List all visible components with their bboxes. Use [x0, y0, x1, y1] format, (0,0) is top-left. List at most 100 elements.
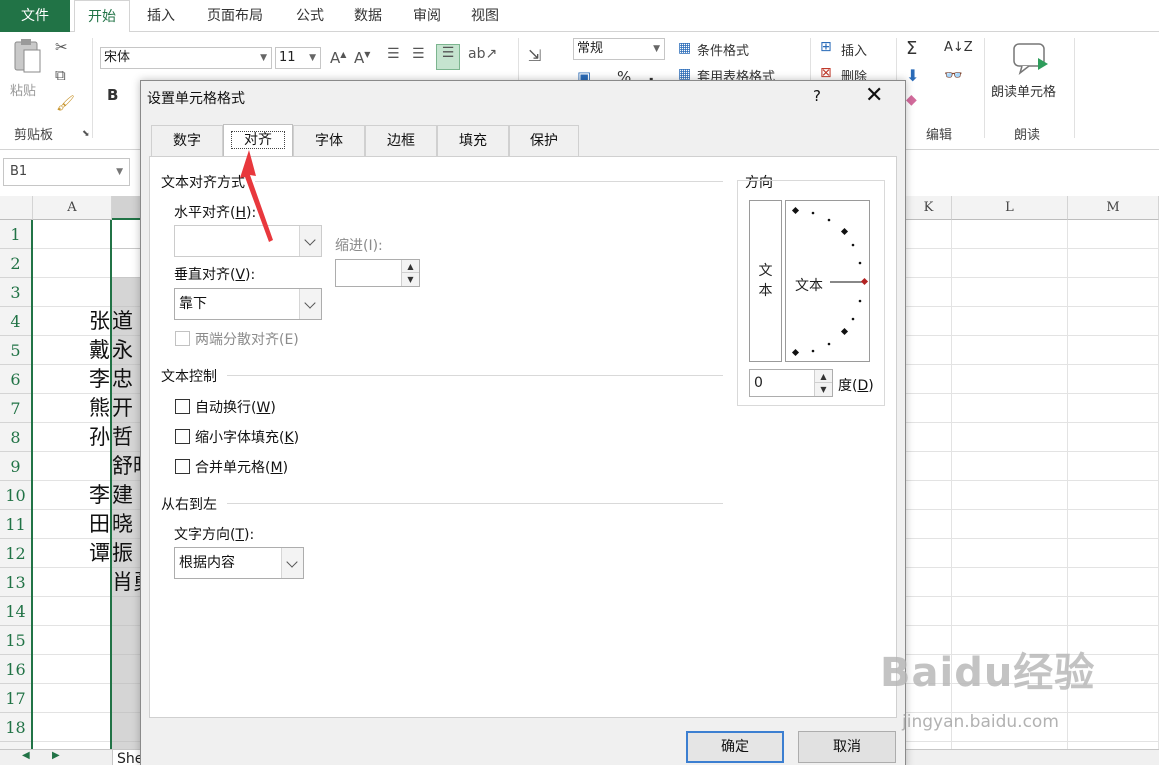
tab-border[interactable]: 边框 — [365, 125, 437, 156]
help-button[interactable]: ? — [813, 87, 821, 105]
row-header[interactable]: 15 — [0, 626, 32, 655]
conditional-format-icon[interactable]: ▦ — [678, 40, 691, 56]
degrees-spinner[interactable]: 0 ▲ ▼ — [749, 369, 833, 397]
read-cell-button[interactable]: 朗读单元格 — [991, 81, 1056, 100]
paste-label[interactable]: 粘贴 — [10, 80, 36, 99]
row-header[interactable]: 4 — [0, 307, 32, 336]
row-header[interactable]: 17 — [0, 684, 32, 713]
row-header[interactable]: 1 — [0, 220, 32, 249]
tab-home[interactable]: 开始 — [74, 0, 130, 33]
cell-a[interactable] — [33, 220, 111, 249]
cell-b[interactable]: 振 — [112, 539, 142, 568]
name-box[interactable]: B1 ▼ — [3, 158, 130, 186]
cell-b[interactable]: 晓 — [112, 510, 142, 539]
tab-page-layout[interactable]: 页面布局 — [193, 0, 277, 32]
font-name-box[interactable]: 宋体 ▼ — [100, 47, 272, 69]
cell-b[interactable]: 开 — [112, 394, 142, 423]
cell[interactable] — [1068, 307, 1159, 336]
cell[interactable] — [1068, 365, 1159, 394]
cell-b[interactable] — [112, 220, 142, 249]
cell-b[interactable] — [112, 713, 142, 742]
cell[interactable] — [906, 278, 952, 307]
dialog-launcher-icon[interactable]: ⬊ — [82, 129, 90, 139]
cell-a[interactable] — [33, 452, 111, 481]
orientation-dial[interactable]: 文本 — [785, 200, 870, 362]
cell-a[interactable]: 张 — [33, 307, 111, 336]
cell[interactable] — [952, 481, 1068, 510]
cell[interactable] — [952, 597, 1068, 626]
row-header[interactable]: 14 — [0, 597, 32, 626]
cell-b[interactable]: 建 — [112, 481, 142, 510]
cell[interactable] — [906, 597, 952, 626]
scroll-left-icon[interactable]: ◀ — [22, 750, 30, 761]
insert-cells-icon[interactable]: ⊞ — [820, 39, 832, 55]
cell[interactable] — [952, 249, 1068, 278]
tab-file[interactable]: 文件 — [0, 0, 70, 32]
cell-a[interactable] — [33, 626, 111, 655]
close-icon[interactable]: ✕ — [865, 83, 883, 108]
vertical-align-select[interactable]: 靠下 — [174, 288, 322, 320]
spin-down-icon[interactable]: ▼ — [401, 273, 419, 286]
cell-b[interactable] — [112, 684, 142, 713]
shrink-to-fit-checkbox[interactable] — [175, 429, 190, 444]
row-header[interactable]: 18 — [0, 713, 32, 742]
tab-number[interactable]: 数字 — [151, 125, 223, 156]
tab-fill[interactable]: 填充 — [437, 125, 509, 156]
cell-a[interactable]: 孙 — [33, 423, 111, 452]
cell[interactable] — [906, 423, 952, 452]
cell-a[interactable]: 熊 — [33, 394, 111, 423]
cell[interactable] — [906, 510, 952, 539]
cell[interactable] — [906, 307, 952, 336]
cell-a[interactable] — [33, 249, 111, 278]
cell[interactable] — [952, 539, 1068, 568]
row-header[interactable]: 5 — [0, 336, 32, 365]
grow-font-icon[interactable]: A▲ — [330, 49, 346, 67]
cell-b[interactable] — [112, 249, 142, 278]
cell[interactable] — [906, 336, 952, 365]
cell[interactable] — [1068, 278, 1159, 307]
text-direction-select[interactable]: 根据内容 — [174, 547, 304, 579]
cell-b[interactable] — [112, 655, 142, 684]
insert-cells-button[interactable]: 插入 — [841, 40, 867, 59]
cell[interactable] — [952, 423, 1068, 452]
row-header[interactable]: 9 — [0, 452, 32, 481]
select-all-corner[interactable] — [0, 196, 33, 220]
wrap-text-icon[interactable]: ⇲ — [528, 46, 541, 65]
tab-insert[interactable]: 插入 — [135, 0, 187, 32]
cell[interactable] — [1068, 568, 1159, 597]
cell-b[interactable] — [112, 278, 142, 307]
fill-icon[interactable]: ⬇ — [906, 66, 919, 85]
cell-b[interactable]: 忠 — [112, 365, 142, 394]
cell[interactable] — [952, 336, 1068, 365]
tab-formulas[interactable]: 公式 — [284, 0, 336, 32]
cell-a[interactable] — [33, 684, 111, 713]
row-header[interactable]: 2 — [0, 249, 32, 278]
copy-icon[interactable]: ⧉ — [55, 66, 66, 84]
wrap-text-checkbox[interactable] — [175, 399, 190, 414]
column-header-a[interactable]: A — [33, 196, 112, 220]
format-painter-icon[interactable]: 🖌 — [56, 94, 75, 112]
cell[interactable] — [1068, 394, 1159, 423]
row-header[interactable]: 16 — [0, 655, 32, 684]
orientation-icon[interactable]: ab↗ — [468, 46, 497, 62]
cell-a[interactable]: 谭 — [33, 539, 111, 568]
tab-data[interactable]: 数据 — [342, 0, 394, 32]
cell-b[interactable]: 永 — [112, 336, 142, 365]
cell-a[interactable]: 田 — [33, 510, 111, 539]
cell-b[interactable] — [112, 597, 142, 626]
cell[interactable] — [1068, 336, 1159, 365]
vertical-text-button[interactable]: 文 本 — [749, 200, 782, 362]
column-header-l[interactable]: L — [952, 196, 1068, 220]
sort-filter-icon[interactable]: A↓Z — [944, 40, 973, 55]
cell[interactable] — [1068, 249, 1159, 278]
cancel-button[interactable]: 取消 — [798, 731, 896, 763]
cell-a[interactable] — [33, 655, 111, 684]
column-header-k[interactable]: K — [906, 196, 952, 220]
tab-protection[interactable]: 保护 — [509, 125, 579, 156]
cell[interactable] — [1068, 481, 1159, 510]
column-header-m[interactable]: M — [1068, 196, 1159, 220]
align-bottom-icon[interactable]: ☰ — [436, 44, 460, 70]
cell[interactable] — [906, 452, 952, 481]
cell[interactable] — [952, 307, 1068, 336]
cell-b[interactable]: 哲 — [112, 423, 142, 452]
